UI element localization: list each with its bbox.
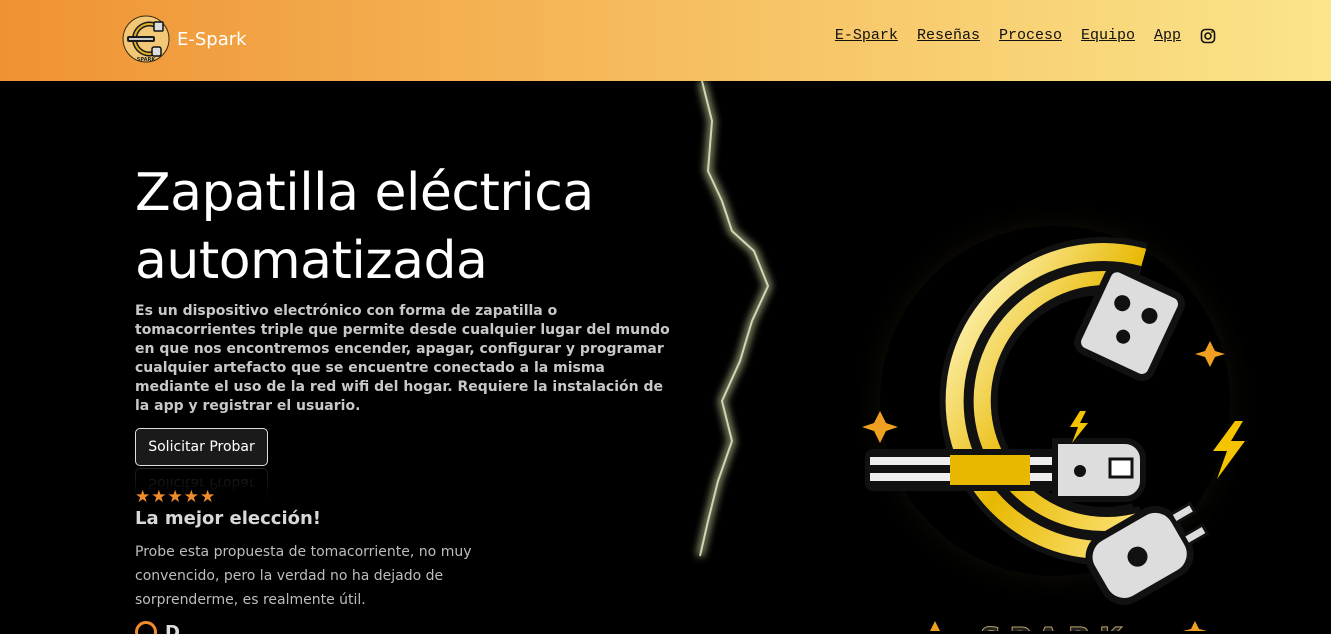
navbar: SPARK E-Spark E-Spark Reseñas Proceso Eq… bbox=[0, 0, 1331, 81]
star-icon: ★ bbox=[151, 487, 167, 507]
review-text: Probe esta propuesta de tomacorriente, n… bbox=[135, 544, 472, 608]
review-rating: ★ ★ ★ ★ ★ bbox=[135, 489, 215, 506]
nav-link-proceso[interactable]: Proceso bbox=[999, 27, 1062, 44]
reviewer-name: D bbox=[165, 621, 180, 634]
star-icon: ★ bbox=[167, 487, 183, 507]
star-icon: ★ bbox=[183, 487, 199, 507]
instagram-icon[interactable] bbox=[1200, 28, 1216, 44]
star-icon: ★ bbox=[135, 487, 151, 507]
nav-link-e-spark[interactable]: E-Spark bbox=[835, 27, 898, 44]
review-title: La mejor elección! bbox=[135, 508, 322, 529]
nav-link-equipo[interactable]: Equipo bbox=[1081, 27, 1135, 44]
reviewer: D bbox=[135, 621, 180, 634]
hero-title: Zapatilla eléctrica automatizada bbox=[135, 163, 594, 291]
reviewer-avatar bbox=[135, 621, 157, 634]
star-icon: ★ bbox=[200, 487, 216, 507]
hero-section: Zapatilla eléctrica automatizada Es un d… bbox=[0, 81, 1331, 634]
hero-description: Es un dispositivo electrónico con forma … bbox=[135, 303, 670, 414]
e-spark-emblem-illustration: SPARK bbox=[850, 201, 1260, 631]
brand-link[interactable]: SPARK E-Spark bbox=[121, 14, 247, 64]
e-spark-logo-icon: SPARK bbox=[122, 15, 170, 63]
solicitar-probar-button[interactable]: Solicitar Probar bbox=[135, 428, 268, 466]
svg-text:SPARK: SPARK bbox=[137, 57, 157, 63]
brand-name: E-Spark bbox=[177, 28, 247, 50]
emblem-text: SPARK bbox=[980, 622, 1130, 631]
nav-links: E-Spark Reseñas Proceso Equipo App bbox=[835, 27, 1216, 44]
nav-link-app[interactable]: App bbox=[1154, 27, 1181, 44]
nav-link-resenas[interactable]: Reseñas bbox=[917, 27, 980, 44]
